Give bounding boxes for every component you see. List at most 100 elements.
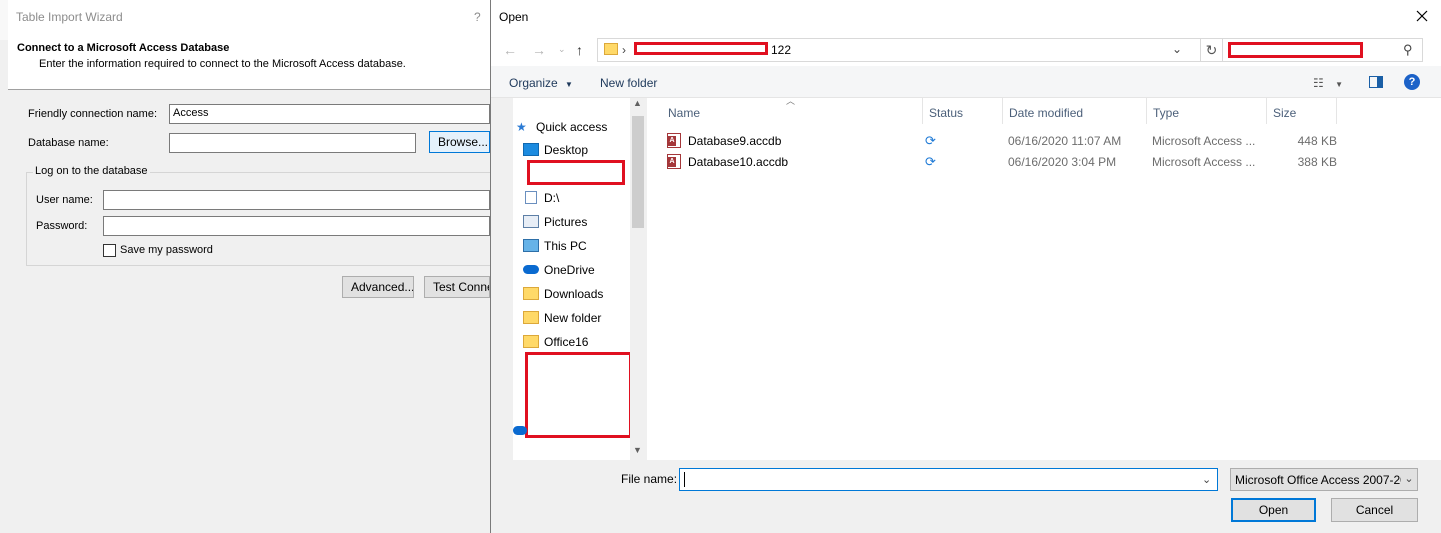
file-name: Database9.accdb <box>688 134 782 148</box>
column-divider[interactable] <box>1336 98 1337 124</box>
sidebar-item-label: Office16 <box>544 335 589 349</box>
dialog-footer: File name: ⌄ Microsoft Office Access 200… <box>491 460 1441 533</box>
recent-locations-chevron-icon[interactable]: ⌄ <box>558 44 566 55</box>
caret-down-icon: ▼ <box>565 80 573 89</box>
scroll-up-icon[interactable]: ▲ <box>633 98 642 108</box>
friendly-name-input[interactable]: Access <box>169 104 490 124</box>
browse-button[interactable]: Browse... <box>429 131 490 153</box>
scroll-down-icon[interactable]: ▼ <box>633 445 642 455</box>
help-icon[interactable]: ? <box>1404 74 1420 90</box>
table-row[interactable]: A Database9.accdb ⟳ 06/16/2020 11:07 AM … <box>647 130 1441 151</box>
sidebar-item-label: New folder <box>544 311 602 325</box>
column-header-status[interactable]: Status <box>929 106 963 120</box>
file-list-view: ︿ Name Status Date modified Type Size A … <box>647 96 1441 460</box>
wizard-titlebar: Table Import Wizard ? <box>8 0 490 34</box>
sidebar-item-label: OneDrive <box>544 263 595 277</box>
change-view-icon[interactable]: ☷ ▼ <box>1313 76 1343 90</box>
cancel-button[interactable]: Cancel <box>1331 498 1418 522</box>
save-password-label: Save my password <box>120 244 213 256</box>
column-divider[interactable] <box>1146 98 1147 124</box>
breadcrumb-separator: › <box>622 43 626 57</box>
password-label: Password: <box>36 220 88 232</box>
table-row[interactable]: A Database10.accdb ⟳ 06/16/2020 3:04 PM … <box>647 151 1441 172</box>
file-type: Microsoft Access ... <box>1152 134 1256 148</box>
onedrive-icon <box>513 426 527 435</box>
advanced-button[interactable]: Advanced... <box>342 276 414 298</box>
column-header-size[interactable]: Size <box>1273 106 1296 120</box>
file-date-modified: 06/16/2020 11:07 AM <box>1008 134 1122 148</box>
sidebar-item-label: Pictures <box>544 215 588 229</box>
organize-menu-button[interactable]: Organize ▼ <box>509 76 573 90</box>
nav-pane-scrollbar[interactable]: ▲ ▼ <box>630 98 647 460</box>
sidebar-item-label: D:\ <box>544 191 560 205</box>
sort-ascending-icon: ︿ <box>786 96 796 106</box>
file-type-value: Microsoft Office Access 2007-2010 <box>1235 473 1418 487</box>
logon-group-title: Log on to the database <box>33 165 150 177</box>
column-header-type[interactable]: Type <box>1153 106 1179 120</box>
database-name-input[interactable] <box>169 133 416 153</box>
scrollbar-thumb[interactable] <box>632 116 644 228</box>
open-file-dialog: Open ← → ⌄ ↑ › 122 ⌄ ↻ ⚲ Organize ▼ New … <box>490 0 1441 533</box>
column-divider[interactable] <box>1002 98 1003 124</box>
search-input[interactable]: ⚲ <box>1222 38 1423 62</box>
navigation-bar: ← → ⌄ ↑ › 122 ⌄ ↻ ⚲ <box>491 34 1441 66</box>
forward-arrow-icon[interactable]: → <box>532 42 546 58</box>
folder-icon <box>523 287 539 300</box>
redacted-nav-item <box>527 160 625 185</box>
wizard-heading: Connect to a Microsoft Access Database <box>17 42 230 54</box>
column-divider[interactable] <box>922 98 923 124</box>
breadcrumb-current-folder[interactable]: 122 <box>771 43 791 57</box>
test-connection-button[interactable]: Test Connection <box>424 276 490 298</box>
username-input[interactable] <box>103 190 490 210</box>
star-icon: ★ <box>516 120 527 134</box>
organize-label: Organize <box>509 76 558 90</box>
redacted-nav-items <box>525 352 632 438</box>
chevron-down-icon[interactable]: ⌄ <box>1202 473 1211 486</box>
sync-status-icon: ⟳ <box>925 133 936 148</box>
redacted-search-box <box>1228 42 1363 58</box>
column-header-date-modified[interactable]: Date modified <box>1009 106 1083 120</box>
refresh-icon[interactable]: ↻ <box>1200 38 1224 62</box>
nav-pane-gutter <box>491 98 513 460</box>
address-bar[interactable]: › 122 ⌄ <box>597 38 1201 62</box>
close-icon[interactable] <box>1413 7 1431 25</box>
onedrive-icon <box>523 265 539 274</box>
open-button[interactable]: Open <box>1231 498 1316 522</box>
file-size: 388 KB <box>1297 155 1337 169</box>
wizard-header: Connect to a Microsoft Access Database E… <box>8 34 490 90</box>
new-folder-button[interactable]: New folder <box>600 76 657 90</box>
folder-icon <box>523 311 539 324</box>
up-arrow-icon[interactable]: ↑ <box>576 42 583 58</box>
file-name: Database10.accdb <box>688 155 789 169</box>
this-pc-icon <box>523 239 539 252</box>
preview-pane-icon[interactable] <box>1369 76 1383 88</box>
pictures-icon <box>523 215 539 228</box>
text-caret <box>684 472 685 487</box>
file-name-input[interactable]: ⌄ <box>679 468 1218 491</box>
navigation-pane: ★ Quick access Desktop 📌 D:\ 📌 Pictures … <box>491 98 661 460</box>
chevron-down-icon[interactable]: ⌄ <box>1401 469 1417 490</box>
password-input[interactable] <box>103 216 490 236</box>
access-file-icon: A <box>667 133 681 148</box>
save-password-checkbox[interactable] <box>103 244 116 257</box>
sidebar-item-quick-access[interactable]: Quick access <box>536 120 607 134</box>
file-type-select[interactable]: Microsoft Office Access 2007-2010 ⌄ <box>1230 468 1418 491</box>
address-dropdown-chevron-icon[interactable]: ⌄ <box>1172 42 1182 56</box>
wizard-description: Enter the information required to connec… <box>39 58 406 70</box>
search-icon[interactable]: ⚲ <box>1403 42 1413 58</box>
back-arrow-icon[interactable]: ← <box>503 42 517 58</box>
sidebar-item-label: Downloads <box>544 287 604 301</box>
command-bar: Organize ▼ New folder ☷ ▼ ? <box>491 66 1441 98</box>
database-name-label: Database name: <box>28 137 109 149</box>
redacted-path-box <box>634 42 768 55</box>
wizard-help-button[interactable]: ? <box>474 10 481 24</box>
folder-icon <box>604 43 618 55</box>
folder-icon <box>523 335 539 348</box>
access-file-icon: A <box>667 154 681 169</box>
desktop-icon <box>523 143 539 156</box>
file-size: 448 KB <box>1297 134 1337 148</box>
file-date-modified: 06/16/2020 3:04 PM <box>1008 155 1117 169</box>
friendly-name-label: Friendly connection name: <box>28 108 158 120</box>
column-header-name[interactable]: Name <box>668 106 700 120</box>
column-divider[interactable] <box>1266 98 1267 124</box>
